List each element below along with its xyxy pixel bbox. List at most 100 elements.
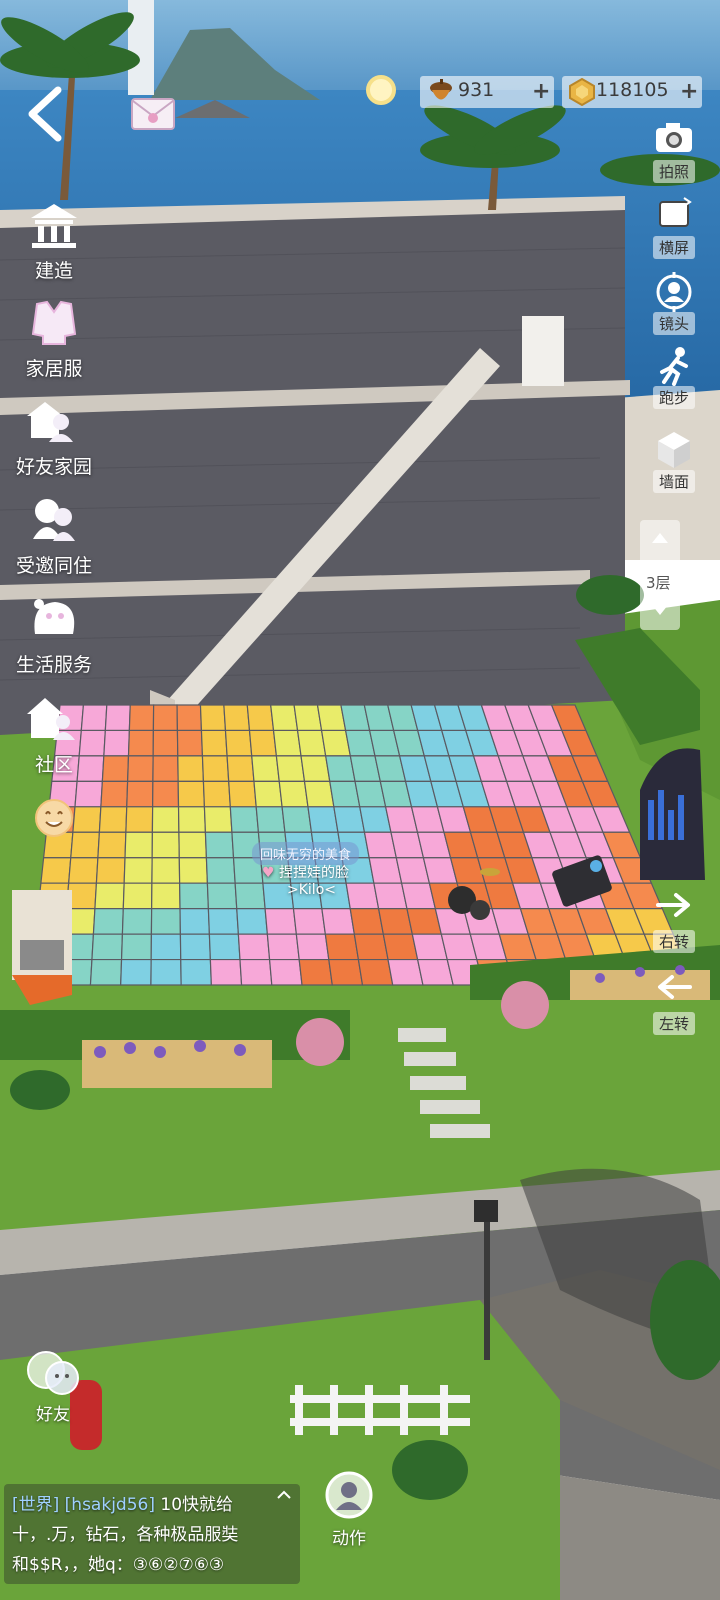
- tool-photo[interactable]: 拍照: [640, 120, 708, 183]
- lens-icon: [654, 272, 694, 312]
- add-coin-button[interactable]: +: [680, 79, 698, 104]
- floor-tile: [177, 780, 206, 808]
- chat-expand-button[interactable]: [276, 1484, 292, 1503]
- menu-friend-home-label: 好友家园: [15, 456, 92, 478]
- player-title: 回味无穷的美食: [260, 848, 352, 863]
- floor-tile: [94, 882, 125, 910]
- floor-tile: [255, 806, 286, 833]
- coin-resource: 118105 +: [562, 76, 702, 108]
- menu-build[interactable]: 建造: [0, 200, 108, 283]
- floor-tile: [127, 729, 154, 757]
- invite-cohabit-icon: [27, 495, 81, 549]
- chevron-up-icon: [652, 533, 668, 543]
- floor-tile: [223, 704, 251, 732]
- floor-tile: [176, 704, 203, 732]
- chat-panel[interactable]: [世界] [hsakjd56] 10快就给 十，.万，钻石，各种极品服奘 和$$…: [4, 1484, 300, 1584]
- floor-tile: [120, 958, 152, 986]
- tool-lens[interactable]: 镜头: [640, 272, 708, 335]
- floor-tile: [122, 882, 153, 910]
- floor-tile: [300, 755, 331, 782]
- tool-landscape[interactable]: 横屏: [640, 196, 708, 259]
- floor-tile: [74, 780, 103, 808]
- menu-homewear[interactable]: 家居服: [0, 298, 108, 381]
- floor-down-button[interactable]: [650, 602, 670, 621]
- floor-tile: [68, 857, 99, 884]
- turn-left-label: 左转: [652, 1012, 695, 1035]
- tool-landscape-label: 横屏: [652, 236, 695, 259]
- building-icon: [27, 200, 81, 254]
- floor-tile: [268, 958, 303, 986]
- acorn-count: 931: [458, 79, 495, 101]
- coin-count: 118105: [596, 79, 669, 101]
- acorn-icon: [430, 79, 452, 100]
- floor-tile: [151, 806, 180, 833]
- menu-community-label: 社区: [34, 754, 73, 776]
- floor-tile: [207, 908, 240, 935]
- add-acorn-button[interactable]: +: [532, 79, 550, 104]
- floor-tile: [272, 729, 302, 757]
- floor-tile: [152, 704, 179, 732]
- floor-tile: [89, 958, 123, 986]
- floor-label: 3层: [646, 574, 671, 592]
- floor-tile: [40, 857, 72, 884]
- floor-tile: [125, 806, 154, 833]
- floor-tile: [248, 729, 278, 757]
- emoji-button[interactable]: [34, 798, 74, 838]
- floor-tile: [150, 908, 182, 935]
- floor-tile: [264, 908, 298, 935]
- floor-tile: [237, 933, 271, 961]
- menu-homewear-label: 家居服: [25, 358, 83, 380]
- chat-sender[interactable]: [hsakjd56]: [65, 1495, 155, 1515]
- mail-button[interactable]: [131, 98, 175, 130]
- floor-tile: [275, 755, 306, 782]
- floor-tile: [253, 780, 283, 808]
- floor-tile: [104, 704, 131, 732]
- floor-tile: [201, 755, 230, 782]
- weather-sun-icon: [366, 76, 396, 106]
- player-name[interactable]: ♥ 捏捏娃的脸: [262, 862, 349, 882]
- floor-tile: [205, 857, 236, 884]
- floor-tile: [92, 908, 124, 935]
- floor-tile: [345, 882, 380, 910]
- floor-tile: [95, 857, 126, 884]
- turn-right-button[interactable]: 右转: [640, 890, 708, 953]
- floor-tile: [208, 933, 241, 961]
- floor-tile: [97, 831, 127, 859]
- action-button[interactable]: 动作: [318, 1470, 380, 1566]
- floor-tile: [239, 958, 273, 986]
- floor-tile: [206, 882, 238, 910]
- menu-invite-cohabit[interactable]: 受邀同住: [0, 495, 108, 578]
- floor-tile: [236, 908, 269, 935]
- mail-icon: [131, 98, 175, 130]
- floor-tile: [177, 806, 207, 833]
- menu-community[interactable]: 社区: [0, 694, 108, 777]
- tool-run[interactable]: 跑步: [640, 346, 708, 409]
- floor-tile: [179, 908, 211, 935]
- floor-tile: [234, 882, 266, 910]
- menu-life-service[interactable]: 生活服务: [0, 594, 108, 677]
- floor-up-button[interactable]: [650, 530, 670, 549]
- smiley-icon: [35, 799, 73, 837]
- floor-tile: [177, 755, 205, 782]
- tool-wall[interactable]: 墙面: [640, 430, 708, 493]
- back-arrow-icon: [28, 86, 62, 142]
- coin-icon: [569, 78, 595, 106]
- floor-tile: [120, 933, 153, 961]
- floor-tile: [126, 780, 154, 808]
- floor-tile: [150, 958, 182, 986]
- life-service-icon: [27, 594, 81, 648]
- acorn-resource: 931 +: [420, 76, 554, 108]
- friends-button[interactable]: 好友: [22, 1350, 84, 1425]
- floor-tile: [229, 806, 260, 833]
- floor-tile: [152, 780, 180, 808]
- floor-tile: [296, 729, 327, 757]
- turn-left-button[interactable]: 左转: [640, 972, 708, 1035]
- tool-lens-label: 镜头: [652, 312, 695, 335]
- floor-tile: [204, 831, 235, 859]
- floor-tile: [70, 831, 101, 859]
- back-button[interactable]: [20, 84, 70, 144]
- game-scene[interactable]: [0, 0, 720, 1600]
- floor-tile: [202, 780, 231, 808]
- floor-tile: [209, 958, 243, 986]
- menu-friend-home[interactable]: 好友家园: [0, 396, 108, 479]
